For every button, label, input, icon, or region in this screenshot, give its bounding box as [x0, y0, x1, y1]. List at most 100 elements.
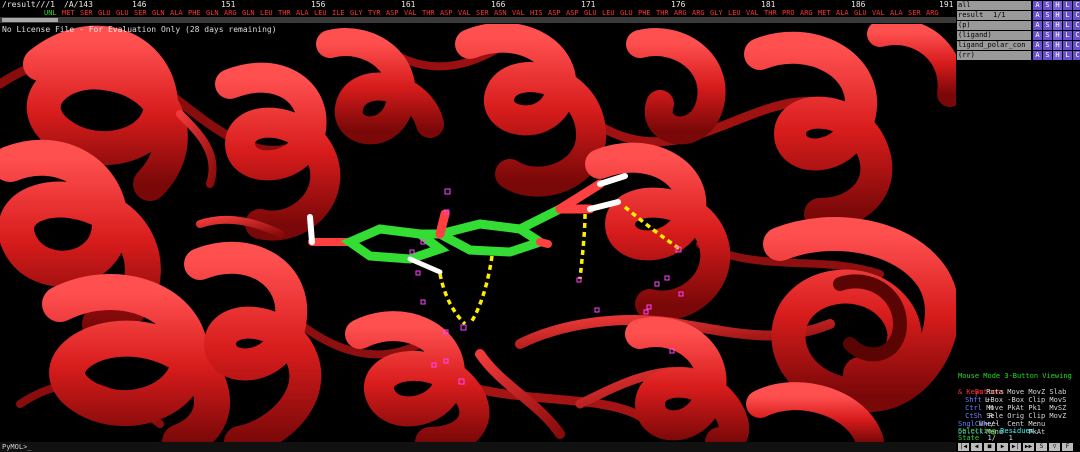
object-button-s[interactable]: S: [1043, 11, 1052, 20]
sequence-residue[interactable]: TYR: [368, 9, 381, 17]
sequence-residue[interactable]: LEU: [602, 9, 615, 17]
sequence-residue[interactable]: ASN: [494, 9, 507, 17]
object-button-s[interactable]: S: [1043, 31, 1052, 40]
object-button-l[interactable]: L: [1063, 31, 1072, 40]
molecular-viewport[interactable]: No License File - For Evaluation Only (2…: [0, 24, 956, 442]
object-row[interactable]: ligand_polar_con A S H L C: [957, 41, 1080, 50]
object-name[interactable]: (p): [957, 21, 1031, 30]
object-button-h[interactable]: H: [1053, 51, 1062, 60]
sequence-residues[interactable]: UNL MET SER GLU GLU SER GLN ALA PHE GLN ARG GLN LEU T…: [0, 9, 956, 17]
sequence-residue[interactable]: ALA: [296, 9, 309, 17]
object-name[interactable]: ligand_polar_con: [957, 41, 1031, 50]
sequence-residue[interactable]: THR: [422, 9, 435, 17]
sequence-residue[interactable]: ARG: [224, 9, 237, 17]
command-input[interactable]: [0, 442, 958, 452]
sequence-residue[interactable]: LEU: [260, 9, 273, 17]
sequence-residue[interactable]: SER: [80, 9, 93, 17]
object-button-c[interactable]: C: [1073, 21, 1080, 30]
sequence-residue[interactable]: VAL: [404, 9, 417, 17]
object-button-l[interactable]: L: [1063, 1, 1072, 10]
object-button-h[interactable]: H: [1053, 41, 1062, 50]
object-name[interactable]: all: [957, 1, 1031, 10]
sequence-residue[interactable]: LEU: [728, 9, 741, 17]
object-button-s[interactable]: S: [1043, 21, 1052, 30]
playback-button[interactable]: ▶▶: [1023, 443, 1034, 451]
playback-button[interactable]: ▶: [997, 443, 1008, 451]
object-button-h[interactable]: H: [1053, 31, 1062, 40]
playback-button[interactable]: S: [1036, 443, 1047, 451]
object-button-a[interactable]: A: [1033, 11, 1042, 20]
sequence-residue[interactable]: MET: [62, 9, 75, 17]
sequence-residue[interactable]: SER: [908, 9, 921, 17]
sequence-residue[interactable]: ASP: [548, 9, 561, 17]
object-button-c[interactable]: C: [1073, 1, 1080, 10]
object-button-l[interactable]: L: [1063, 51, 1072, 60]
sequence-residue[interactable]: SER: [476, 9, 489, 17]
sequence-residue[interactable]: PHE: [638, 9, 651, 17]
object-row[interactable]: (rr) A S H L C: [957, 51, 1080, 60]
sequence-residue[interactable]: GLN: [206, 9, 219, 17]
object-button-a[interactable]: A: [1033, 21, 1042, 30]
sequence-residue[interactable]: VAL: [746, 9, 759, 17]
object-button-l[interactable]: L: [1063, 41, 1072, 50]
object-button-a[interactable]: A: [1033, 31, 1042, 40]
object-row[interactable]: result 1/1 A S H L C: [957, 11, 1080, 20]
playback-button[interactable]: ■: [984, 443, 995, 451]
command-line[interactable]: [0, 442, 958, 452]
sequence-residue[interactable]: LEU: [314, 9, 327, 17]
sequence-residue[interactable]: VAL: [512, 9, 525, 17]
sequence-residue[interactable]: GLU: [854, 9, 867, 17]
sequence-residue[interactable]: ARG: [692, 9, 705, 17]
sequence-viewer[interactable]: /result///1 /A/143 146 151 156 161 166 1…: [0, 0, 956, 24]
sequence-residue[interactable]: GLU: [116, 9, 129, 17]
sequence-residue[interactable]: GLN: [242, 9, 255, 17]
object-button-s[interactable]: S: [1043, 51, 1052, 60]
sequence-residue[interactable]: ARG: [926, 9, 939, 17]
sequence-residue[interactable]: HIS: [530, 9, 543, 17]
playback-button[interactable]: |◀: [958, 443, 969, 451]
sequence-residue[interactable]: ALA: [836, 9, 849, 17]
object-button-l[interactable]: L: [1063, 21, 1072, 30]
object-button-c[interactable]: C: [1073, 11, 1080, 20]
sequence-residue[interactable]: ASP: [440, 9, 453, 17]
object-button-a[interactable]: A: [1033, 51, 1042, 60]
object-button-c[interactable]: C: [1073, 31, 1080, 40]
object-button-a[interactable]: A: [1033, 1, 1042, 10]
sequence-residue[interactable]: GLY: [710, 9, 723, 17]
sequence-scrollbar[interactable]: [0, 17, 956, 23]
ligand-sticks[interactable]: [307, 173, 628, 275]
sequence-residue[interactable]: ALA: [170, 9, 183, 17]
sequence-residue[interactable]: ASP: [566, 9, 579, 17]
sequence-residue[interactable]: ALA: [890, 9, 903, 17]
sequence-residue[interactable]: ARG: [800, 9, 813, 17]
sequence-residue[interactable]: THR: [278, 9, 291, 17]
object-row[interactable]: (ligand) A S H L C: [957, 31, 1080, 40]
sequence-residue[interactable]: THR: [764, 9, 777, 17]
sequence-residue[interactable]: PHE: [188, 9, 201, 17]
sequence-residue[interactable]: GLU: [98, 9, 111, 17]
object-button-a[interactable]: A: [1033, 41, 1042, 50]
molecule-scene[interactable]: [0, 24, 956, 442]
object-button-s[interactable]: S: [1043, 1, 1052, 10]
sequence-residue[interactable]: ARG: [674, 9, 687, 17]
object-row[interactable]: all A S H L C: [957, 1, 1080, 10]
object-row[interactable]: (p) A S H L C: [957, 21, 1080, 30]
object-name[interactable]: (rr): [957, 51, 1031, 60]
object-button-l[interactable]: L: [1063, 11, 1072, 20]
sequence-residue[interactable]: GLN: [152, 9, 165, 17]
sequence-residue[interactable]: PRO: [782, 9, 795, 17]
sequence-residue[interactable]: GLY: [350, 9, 363, 17]
mouse-mode-title[interactable]: Mouse Mode 3-Button Viewing: [958, 372, 1072, 380]
playback-button[interactable]: ◀: [971, 443, 982, 451]
playback-button[interactable]: ▶|: [1010, 443, 1021, 451]
object-button-h[interactable]: H: [1053, 1, 1062, 10]
sequence-residue[interactable]: UNL: [44, 9, 57, 17]
object-name[interactable]: (ligand): [957, 31, 1031, 40]
object-button-c[interactable]: C: [1073, 51, 1080, 60]
sequence-residue[interactable]: VAL: [872, 9, 885, 17]
object-button-s[interactable]: S: [1043, 41, 1052, 50]
sequence-scroll-thumb[interactable]: [2, 18, 58, 22]
object-button-h[interactable]: H: [1053, 11, 1062, 20]
sequence-residue[interactable]: ASP: [386, 9, 399, 17]
sequence-residue[interactable]: MET: [818, 9, 831, 17]
